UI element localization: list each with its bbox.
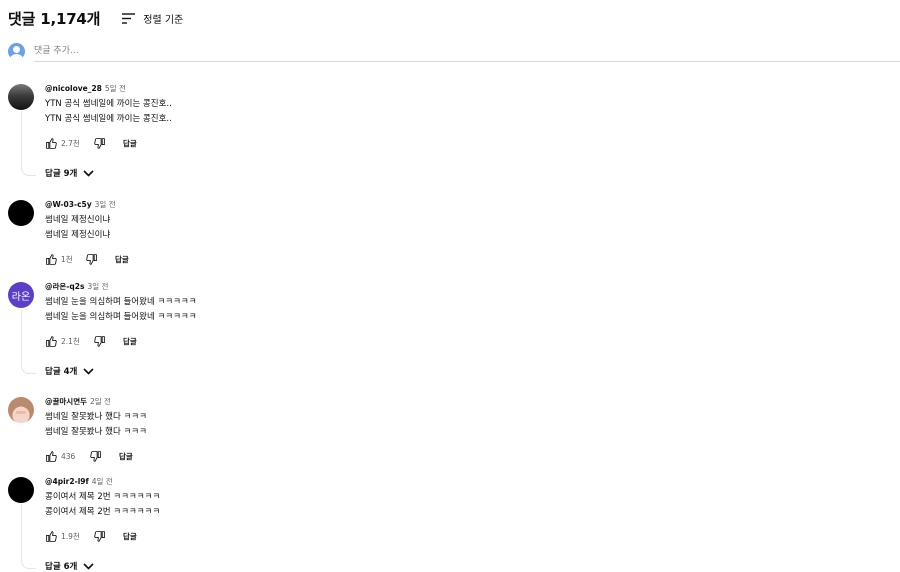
comment-meta: @라온-q2s 3일 전: [45, 282, 197, 292]
avatar[interactable]: [8, 397, 34, 423]
comment-time[interactable]: 3일 전: [87, 282, 108, 291]
comment-line: 썸네일 눈을 의심하며 들어왔네 ㅋㅋㅋㅋㅋ: [45, 297, 197, 307]
comment-line: 콩이여서 제목 2번 ㅋㅋㅋㅋㅋㅋ: [45, 507, 161, 517]
like-count: 436: [61, 451, 76, 461]
comment-thread: @W-03-c5y 3일 전 썸네일 제정신이냐 썸네일 제정신이냐 1천 답글: [0, 199, 900, 269]
view-replies-button[interactable]: 답글 6개: [45, 560, 94, 572]
thumbs-up-icon[interactable]: [45, 335, 58, 348]
thread-line: [21, 111, 22, 167]
comment-text: YTN 공식 썸네일에 까이는 콩진호.. YTN 공식 썸네일에 까이는 콩진호…: [45, 97, 172, 127]
sort-label: 정렬 기준: [143, 14, 184, 26]
sort-icon: [122, 12, 136, 24]
comment-author[interactable]: @라온-q2s: [45, 282, 84, 291]
like-count: 2.7천: [61, 138, 80, 148]
comment-text: 썸네일 눈을 의심하며 들어왔네 ㅋㅋㅋㅋㅋ 썸네일 눈을 의심하며 들어왔네 ㅋ…: [45, 295, 197, 325]
comment-meta: @nicolove_28 5일 전: [45, 84, 172, 94]
comment-meta: @꿀마시면두 2일 전: [45, 397, 147, 407]
comment-actions: 2.1천 답글: [45, 334, 197, 348]
comment-time[interactable]: 4일 전: [92, 477, 113, 486]
reply-button[interactable]: 답글: [119, 451, 133, 462]
comment-line: 썸네일 제정신이냐: [45, 230, 111, 240]
comment-line: YTN 공식 썸네일에 까이는 콩진호..: [45, 99, 172, 109]
add-comment-input[interactable]: [34, 40, 900, 62]
comment-author[interactable]: @4pir2-l9f: [45, 477, 89, 486]
comment-count: 댓글 1,174개: [8, 9, 101, 28]
comment-text: 콩이여서 제목 2번 ㅋㅋㅋㅋㅋㅋ 콩이여서 제목 2번 ㅋㅋㅋㅋㅋㅋ: [45, 490, 160, 520]
comment-text: 썸네일 잘못봤나 했다 ㅋㅋㅋ 썸네일 잘못봤나 했다 ㅋㅋㅋ: [45, 410, 147, 440]
comment-actions: 2.7천 답글: [45, 136, 172, 150]
comments-header: 댓글 1,174개 정렬 기준: [8, 8, 183, 28]
thumbs-down-icon[interactable]: [93, 335, 106, 348]
comment-text: 썸네일 제정신이냐 썸네일 제정신이냐: [45, 213, 129, 243]
comment-author[interactable]: @W-03-c5y: [45, 200, 92, 209]
thread-connector: [21, 167, 36, 176]
comment-author[interactable]: @꿀마시면두: [45, 397, 87, 406]
chevron-down-icon: [83, 562, 94, 570]
chevron-down-icon: [83, 367, 94, 375]
replies-label: 답글 9개: [45, 169, 78, 179]
comment-line: 콩이여서 제목 2번 ㅋㅋㅋㅋㅋㅋ: [45, 492, 161, 502]
comment-thread: @꿀마시면두 2일 전 썸네일 잘못봤나 했다 ㅋㅋㅋ 썸네일 잘못봤나 했다 ㅋㅋ…: [0, 396, 900, 466]
comment-thread: @4pir2-l9f 4일 전 콩이여서 제목 2번 ㅋㅋㅋㅋㅋㅋ 콩이여서 제목 …: [0, 476, 900, 572]
thumbs-up-icon[interactable]: [45, 530, 58, 543]
view-replies-button[interactable]: 답글 9개: [45, 167, 94, 179]
comment-line: 썸네일 눈을 의심하며 들어왔네 ㅋㅋㅋㅋㅋ: [45, 312, 197, 322]
thumbs-up-icon[interactable]: [45, 450, 58, 463]
reply-button[interactable]: 답글: [123, 336, 137, 347]
reply-button[interactable]: 답글: [123, 138, 137, 149]
thumbs-up-icon[interactable]: [45, 137, 58, 150]
avatar[interactable]: [8, 477, 34, 503]
chevron-down-icon: [83, 169, 94, 177]
replies-label: 답글 4개: [45, 367, 78, 377]
thread-line: [21, 309, 22, 365]
comment-thread: 라온 @라온-q2s 3일 전 썸네일 눈을 의심하며 들어왔네 ㅋㅋㅋㅋㅋ 썸네일…: [0, 281, 900, 381]
thread-line: [21, 504, 22, 560]
like-count: 2.1천: [61, 336, 80, 346]
thumbs-down-icon[interactable]: [93, 530, 106, 543]
thumbs-down-icon[interactable]: [85, 253, 98, 266]
thumbs-down-icon[interactable]: [93, 137, 106, 150]
thumbs-down-icon[interactable]: [89, 450, 102, 463]
reply-button[interactable]: 답글: [123, 531, 137, 542]
comment-line: 썸네일 잘못봤나 했다 ㅋㅋㅋ: [45, 427, 147, 437]
avatar[interactable]: [8, 200, 34, 226]
add-comment-row: [8, 40, 900, 62]
replies-label: 답글 6개: [45, 562, 78, 572]
comment-meta: @4pir2-l9f 4일 전: [45, 477, 160, 487]
reply-button[interactable]: 답글: [115, 254, 129, 265]
comment-thread: @nicolove_28 5일 전 YTN 공식 썸네일에 까이는 콩진호.. YT…: [0, 83, 900, 183]
comment-actions: 436 답글: [45, 449, 147, 463]
thread-connector: [21, 560, 36, 569]
comment-author[interactable]: @nicolove_28: [45, 84, 102, 93]
thread-connector: [21, 365, 36, 374]
comment-actions: 1.9천 답글: [45, 529, 160, 543]
comment-line: 썸네일 제정신이냐: [45, 215, 111, 225]
user-avatar: [8, 42, 25, 60]
comment-meta: @W-03-c5y 3일 전: [45, 200, 129, 210]
like-count: 1천: [61, 254, 73, 264]
comment-time[interactable]: 3일 전: [95, 200, 116, 209]
comment-actions: 1천 답글: [45, 252, 129, 266]
avatar[interactable]: [8, 84, 34, 110]
view-replies-button[interactable]: 답글 4개: [45, 365, 94, 377]
avatar[interactable]: 라온: [8, 282, 34, 308]
like-count: 1.9천: [61, 531, 80, 541]
avatar-initials: 라온: [11, 291, 31, 303]
sort-button[interactable]: 정렬 기준: [122, 11, 183, 26]
comment-line: 썸네일 잘못봤나 했다 ㅋㅋㅋ: [45, 412, 147, 422]
comment-line: YTN 공식 썸네일에 까이는 콩진호..: [45, 114, 172, 124]
comment-time[interactable]: 2일 전: [90, 397, 111, 406]
comment-time[interactable]: 5일 전: [105, 84, 126, 93]
thumbs-up-icon[interactable]: [45, 253, 58, 266]
